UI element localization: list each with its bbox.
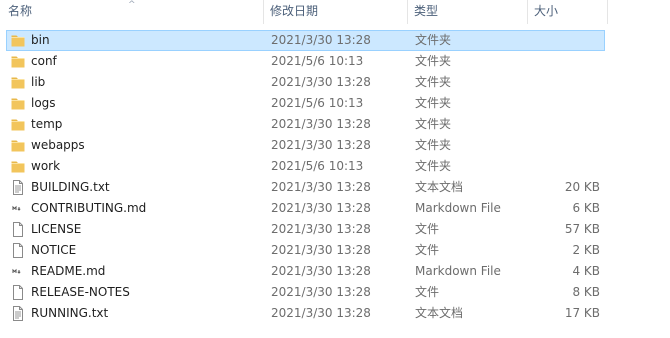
file-row[interactable]: work 2021/5/6 10:13 文件夹 bbox=[0, 156, 670, 177]
folder-icon bbox=[11, 54, 25, 69]
file-type: 文件夹 bbox=[415, 33, 452, 47]
column-header-date[interactable]: 修改日期 bbox=[264, 0, 408, 24]
file-size bbox=[528, 51, 600, 72]
file-modified-date: 2021/3/30 13:28 bbox=[271, 285, 371, 299]
file-modified-date: 2021/3/30 13:28 bbox=[271, 222, 371, 236]
file-explorer-list: 名称 ^ 修改日期 类型 大小 bin 2021/3/30 13:28 文件夹 con… bbox=[0, 0, 670, 338]
file-modified-date: 2021/5/6 10:13 bbox=[271, 54, 364, 68]
file-row[interactable]: RELEASE-NOTES 2021/3/30 13:28 文件 8 KB bbox=[0, 282, 670, 303]
file-type: 文件 bbox=[415, 285, 440, 299]
file-type: 文本文档 bbox=[415, 180, 464, 194]
file-modified-date: 2021/3/30 13:28 bbox=[271, 306, 371, 320]
blank-file-icon bbox=[11, 222, 25, 237]
column-header-size[interactable]: 大小 bbox=[528, 0, 608, 24]
file-name: NOTICE bbox=[31, 243, 77, 257]
column-header-type-label: 类型 bbox=[414, 4, 439, 18]
file-name: bin bbox=[31, 33, 50, 47]
file-row[interactable]: RUNNING.txt 2021/3/30 13:28 文本文档 17 KB bbox=[0, 303, 670, 324]
folder-icon bbox=[11, 159, 25, 174]
file-row[interactable]: bin 2021/3/30 13:28 文件夹 bbox=[0, 30, 670, 51]
column-header-name-label: 名称 bbox=[8, 4, 33, 18]
file-modified-date: 2021/5/6 10:13 bbox=[271, 159, 364, 173]
sort-ascending-icon: ^ bbox=[128, 0, 136, 10]
file-row[interactable]: LICENSE 2021/3/30 13:28 文件 57 KB bbox=[0, 219, 670, 240]
file-size bbox=[528, 30, 600, 51]
file-type: 文件夹 bbox=[415, 54, 452, 68]
file-name: temp bbox=[31, 117, 63, 131]
file-name: RUNNING.txt bbox=[31, 306, 109, 320]
file-type: 文件夹 bbox=[415, 138, 452, 152]
column-header-type[interactable]: 类型 bbox=[408, 0, 528, 24]
file-size: 57 KB bbox=[564, 222, 600, 236]
file-type: 文件夹 bbox=[415, 159, 452, 173]
file-modified-date: 2021/3/30 13:28 bbox=[271, 180, 371, 194]
file-name: README.md bbox=[31, 264, 106, 278]
file-modified-date: 2021/3/30 13:28 bbox=[271, 138, 371, 152]
file-modified-date: 2021/3/30 13:28 bbox=[271, 264, 371, 278]
file-size: 4 KB bbox=[572, 264, 600, 278]
file-name: BUILDING.txt bbox=[31, 180, 110, 194]
file-size bbox=[528, 114, 600, 135]
file-name: LICENSE bbox=[31, 222, 82, 236]
file-type: 文件 bbox=[415, 243, 440, 257]
folder-icon bbox=[11, 33, 25, 48]
file-size: 20 KB bbox=[564, 180, 600, 194]
file-modified-date: 2021/3/30 13:28 bbox=[271, 75, 371, 89]
text-file-icon bbox=[11, 306, 25, 321]
file-row[interactable]: NOTICE 2021/3/30 13:28 文件 2 KB bbox=[0, 240, 670, 261]
file-modified-date: 2021/3/30 13:28 bbox=[271, 201, 371, 215]
folder-icon bbox=[11, 138, 25, 153]
folder-icon bbox=[11, 96, 25, 111]
text-file-icon bbox=[11, 180, 25, 195]
file-size bbox=[528, 93, 600, 114]
file-name: logs bbox=[31, 96, 56, 110]
file-size: 8 KB bbox=[572, 285, 600, 299]
file-row[interactable]: webapps 2021/3/30 13:28 文件夹 bbox=[0, 135, 670, 156]
blank-file-icon bbox=[11, 285, 25, 300]
file-type: 文件夹 bbox=[415, 96, 452, 110]
file-size: 6 KB bbox=[572, 201, 600, 215]
file-name: lib bbox=[31, 75, 46, 89]
file-type: Markdown File bbox=[415, 201, 501, 215]
column-header-size-label: 大小 bbox=[534, 4, 559, 18]
folder-icon bbox=[11, 117, 25, 132]
file-size bbox=[528, 156, 600, 177]
file-row[interactable]: README.md 2021/3/30 13:28 Markdown File 4 K… bbox=[0, 261, 670, 282]
file-row[interactable]: temp 2021/3/30 13:28 文件夹 bbox=[0, 114, 670, 135]
file-size bbox=[528, 135, 600, 156]
file-type: Markdown File bbox=[415, 264, 501, 278]
file-type: 文件夹 bbox=[415, 75, 452, 89]
file-name: conf bbox=[31, 54, 57, 68]
file-modified-date: 2021/3/30 13:28 bbox=[271, 33, 371, 47]
column-header-name[interactable]: 名称 ^ bbox=[2, 0, 264, 24]
file-row[interactable]: BUILDING.txt 2021/3/30 13:28 文本文档 20 KB bbox=[0, 177, 670, 198]
folder-icon bbox=[11, 75, 25, 90]
file-size: 17 KB bbox=[564, 306, 600, 320]
file-row[interactable]: conf 2021/5/6 10:13 文件夹 bbox=[0, 51, 670, 72]
file-row[interactable]: lib 2021/3/30 13:28 文件夹 bbox=[0, 72, 670, 93]
blank-file-icon bbox=[11, 243, 25, 258]
file-row[interactable]: CONTRIBUTING.md 2021/3/30 13:28 Markdown F… bbox=[0, 198, 670, 219]
file-name: CONTRIBUTING.md bbox=[31, 201, 147, 215]
column-header-row: 名称 ^ 修改日期 类型 大小 bbox=[0, 0, 670, 24]
markdown-file-icon bbox=[11, 201, 25, 216]
file-size: 2 KB bbox=[572, 243, 600, 257]
file-modified-date: 2021/3/30 13:28 bbox=[271, 243, 371, 257]
file-name: work bbox=[31, 159, 61, 173]
file-name: webapps bbox=[31, 138, 85, 152]
file-type: 文件 bbox=[415, 222, 440, 236]
file-type: 文本文档 bbox=[415, 306, 464, 320]
markdown-file-icon bbox=[11, 264, 25, 279]
column-header-date-label: 修改日期 bbox=[270, 4, 319, 18]
file-row[interactable]: logs 2021/5/6 10:13 文件夹 bbox=[0, 93, 670, 114]
file-name: RELEASE-NOTES bbox=[31, 285, 130, 299]
file-modified-date: 2021/3/30 13:28 bbox=[271, 117, 371, 131]
file-size bbox=[528, 72, 600, 93]
file-modified-date: 2021/5/6 10:13 bbox=[271, 96, 364, 110]
file-type: 文件夹 bbox=[415, 117, 452, 131]
file-list: bin 2021/3/30 13:28 文件夹 conf 2021/5/6 10:13 文… bbox=[0, 30, 670, 324]
